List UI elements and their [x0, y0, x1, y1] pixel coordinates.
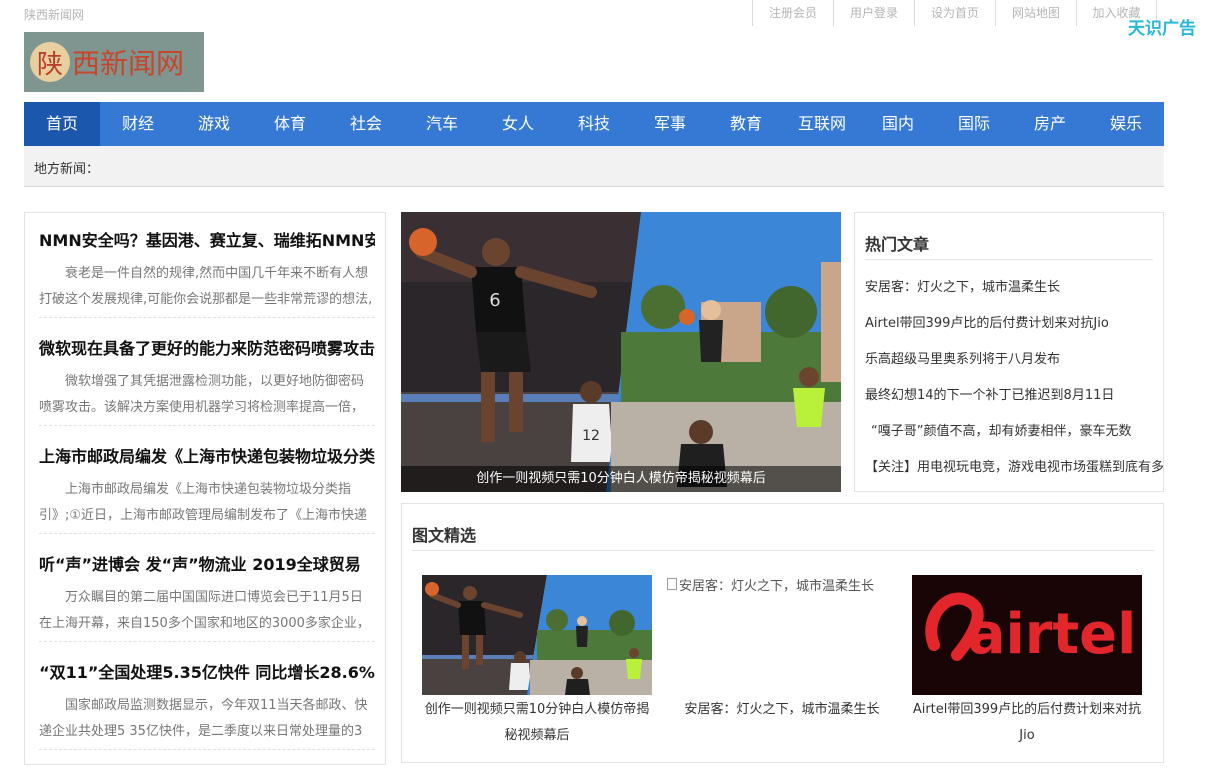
divider: [39, 533, 375, 534]
hot-articles-list: 安居客：灯火之下，城市温柔生长 Airtel带回399卢比的后付费计划来对抗Ji…: [865, 275, 1163, 491]
register-link[interactable]: 注册会员: [752, 0, 833, 26]
nav-women[interactable]: 女人: [480, 102, 556, 146]
picture-caption[interactable]: 创作一则视频只需10分钟白人模仿帝揭秘视频幕后: [422, 697, 652, 749]
list-item[interactable]: 微软现在具备了更好的能力来防范密码喷雾攻击 微软增强了其凭据泄露检测功能，以更好…: [39, 337, 375, 426]
main-nav: 首页 财经 游戏 体育 社会 汽车 女人 科技 军事 教育 互联网 国内 国际 …: [24, 102, 1164, 146]
top-bar: 陕西新闻网 注册会员 用户登录 设为首页 网站地图 加入收藏 天识广告: [0, 0, 1210, 39]
news-title[interactable]: 上海市邮政局编发《上海市快递包装物垃圾分类指引》: [39, 445, 375, 469]
nav-internet[interactable]: 互联网: [784, 102, 860, 146]
broken-image-icon: [667, 578, 677, 590]
airtel-logo-thumbnail: airtel: [912, 575, 1142, 695]
news-title[interactable]: “双11”全国处理5.35亿快件 同比增长28.6%: [39, 661, 375, 685]
picture-caption[interactable]: 安居客：灯火之下，城市温柔生长: [667, 697, 897, 723]
local-news-bar: 地方新闻：: [24, 146, 1164, 187]
nav-home[interactable]: 首页: [24, 102, 100, 146]
site-name-small: 陕西新闻网: [24, 8, 85, 22]
news-summary: 上海市邮政局编发《上海市快递包装物垃圾分类指引》;①近日，上海市邮政管理局编制发…: [39, 482, 368, 523]
list-item[interactable]: 听“声”进博会 发“声”物流业 2019全球贸易 万众瞩目的第二届中国国际进口博…: [39, 553, 375, 642]
basketball-thumbnail: [422, 575, 652, 695]
news-summary: 衰老是一件自然的规律,然而中国几千年来不断有人想打破这个发展规律,可能你会说那都…: [39, 266, 373, 307]
ad-mark[interactable]: 天识广告: [1128, 14, 1196, 39]
picture-thumbnail[interactable]: [422, 575, 652, 695]
picture-selection: 图文精选 创作一则视频只需10分钟白人模仿帝揭秘视频幕后 安居客：灯火之下，城市…: [401, 503, 1164, 763]
nav-realestate[interactable]: 房产: [1012, 102, 1088, 146]
site-logo[interactable]: 陕 西新闻网: [24, 32, 204, 92]
logo-seal: 陕: [30, 42, 70, 82]
focus-image: 6 12: [401, 212, 841, 492]
hot-article-item[interactable]: 乐高超级马里奥系列将于八月发布: [865, 347, 1163, 383]
local-news-label: 地方新闻：: [34, 162, 100, 177]
news-title[interactable]: NMN安全吗？基因港、赛立复、瑞维拓NMN安全吗: [39, 229, 375, 253]
jersey-number-left: 6: [489, 290, 500, 311]
list-item[interactable]: 上海市邮政局编发《上海市快递包装物垃圾分类指引》 上海市邮政局编发《上海市快递包…: [39, 445, 375, 534]
hot-articles-title: 热门文章: [865, 235, 930, 254]
picture-card[interactable]: 安居客：灯火之下，城市温柔生长 安居客：灯火之下，城市温柔生长: [667, 575, 897, 723]
nav-games[interactable]: 游戏: [176, 102, 252, 146]
nav-entertainment[interactable]: 娱乐: [1088, 102, 1164, 146]
nav-education[interactable]: 教育: [708, 102, 784, 146]
set-homepage-link[interactable]: 设为首页: [914, 0, 995, 26]
hot-article-item[interactable]: 【关注】用电视玩电竞，游戏电视市场蛋糕到底有多大: [865, 455, 1163, 491]
divider: [412, 550, 1154, 551]
list-item[interactable]: “双11”全国处理5.35亿快件 同比增长28.6% 国家邮政局监测数据显示，今…: [39, 661, 375, 750]
focus-slideshow[interactable]: 6 12 创作一则视频只需10分钟白人模仿帝揭秘视频幕后: [401, 212, 841, 492]
picture-thumbnail[interactable]: airtel: [912, 575, 1142, 695]
news-list: NMN安全吗？基因港、赛立复、瑞维拓NMN安全吗 衰老是一件自然的规律,然而中国…: [24, 212, 386, 765]
divider: [39, 317, 375, 318]
nav-auto[interactable]: 汽车: [404, 102, 480, 146]
hot-article-item[interactable]: 最终幻想14的下一个补丁已推迟到8月11日: [865, 383, 1163, 419]
picture-card[interactable]: 创作一则视频只需10分钟白人模仿帝揭秘视频幕后: [422, 575, 652, 749]
focus-caption[interactable]: 创作一则视频只需10分钟白人模仿帝揭秘视频幕后: [401, 466, 841, 492]
top-links: 注册会员 用户登录 设为首页 网站地图 加入收藏: [752, 0, 1157, 26]
hot-articles: 热门文章 安居客：灯火之下，城市温柔生长 Airtel带回399卢比的后付费计划…: [854, 212, 1164, 492]
nav-tech[interactable]: 科技: [556, 102, 632, 146]
news-title[interactable]: 听“声”进博会 发“声”物流业 2019全球贸易: [39, 553, 375, 577]
news-title[interactable]: 微软现在具备了更好的能力来防范密码喷雾攻击: [39, 337, 375, 361]
picture-caption[interactable]: Airtel带回399卢比的后付费计划来对抗Jio: [912, 697, 1142, 749]
divider: [865, 259, 1153, 260]
news-summary: 国家邮政局监测数据显示，今年双11当天各邮政、快递企业共处理5 35亿快件，是二…: [39, 698, 368, 739]
hot-article-item[interactable]: Airtel带回399卢比的后付费计划来对抗Jio: [865, 311, 1163, 347]
nav-society[interactable]: 社会: [328, 102, 404, 146]
hot-article-item[interactable]: “嘎子哥”颜值不高，却有娇妻相伴，豪车无数: [865, 419, 1163, 455]
nav-international[interactable]: 国际: [936, 102, 1012, 146]
image-alt-text: 安居客：灯火之下，城市温柔生长: [679, 579, 875, 594]
logo-text: 西新闻网: [72, 47, 185, 80]
jersey-number-right: 12: [582, 428, 600, 444]
hot-article-item[interactable]: 安居客：灯火之下，城市温柔生长: [865, 275, 1163, 311]
airtel-logo-text: airtel: [968, 602, 1137, 667]
divider: [39, 749, 375, 750]
list-item[interactable]: NMN安全吗？基因港、赛立复、瑞维拓NMN安全吗 衰老是一件自然的规律,然而中国…: [39, 229, 375, 318]
picture-selection-title: 图文精选: [412, 526, 477, 545]
nav-sports[interactable]: 体育: [252, 102, 328, 146]
nav-domestic[interactable]: 国内: [860, 102, 936, 146]
picture-thumbnail[interactable]: 安居客：灯火之下，城市温柔生长: [667, 575, 897, 695]
divider: [39, 641, 375, 642]
news-summary: 万众瞩目的第二届中国国际进口博览会已于11月5日在上海开幕，来自150多个国家和…: [39, 590, 370, 631]
nav-finance[interactable]: 财经: [100, 102, 176, 146]
divider: [39, 425, 375, 426]
broken-image: 安居客：灯火之下，城市温柔生长: [667, 575, 897, 594]
picture-card[interactable]: airtel Airtel带回399卢比的后付费计划来对抗Jio: [912, 575, 1142, 749]
nav-military[interactable]: 军事: [632, 102, 708, 146]
news-summary: 微软增强了其凭据泄露检测功能，以更好地防御密码喷雾攻击。该解决方案使用机器学习将…: [39, 374, 365, 415]
login-link[interactable]: 用户登录: [833, 0, 914, 26]
sitemap-link[interactable]: 网站地图: [995, 0, 1076, 26]
